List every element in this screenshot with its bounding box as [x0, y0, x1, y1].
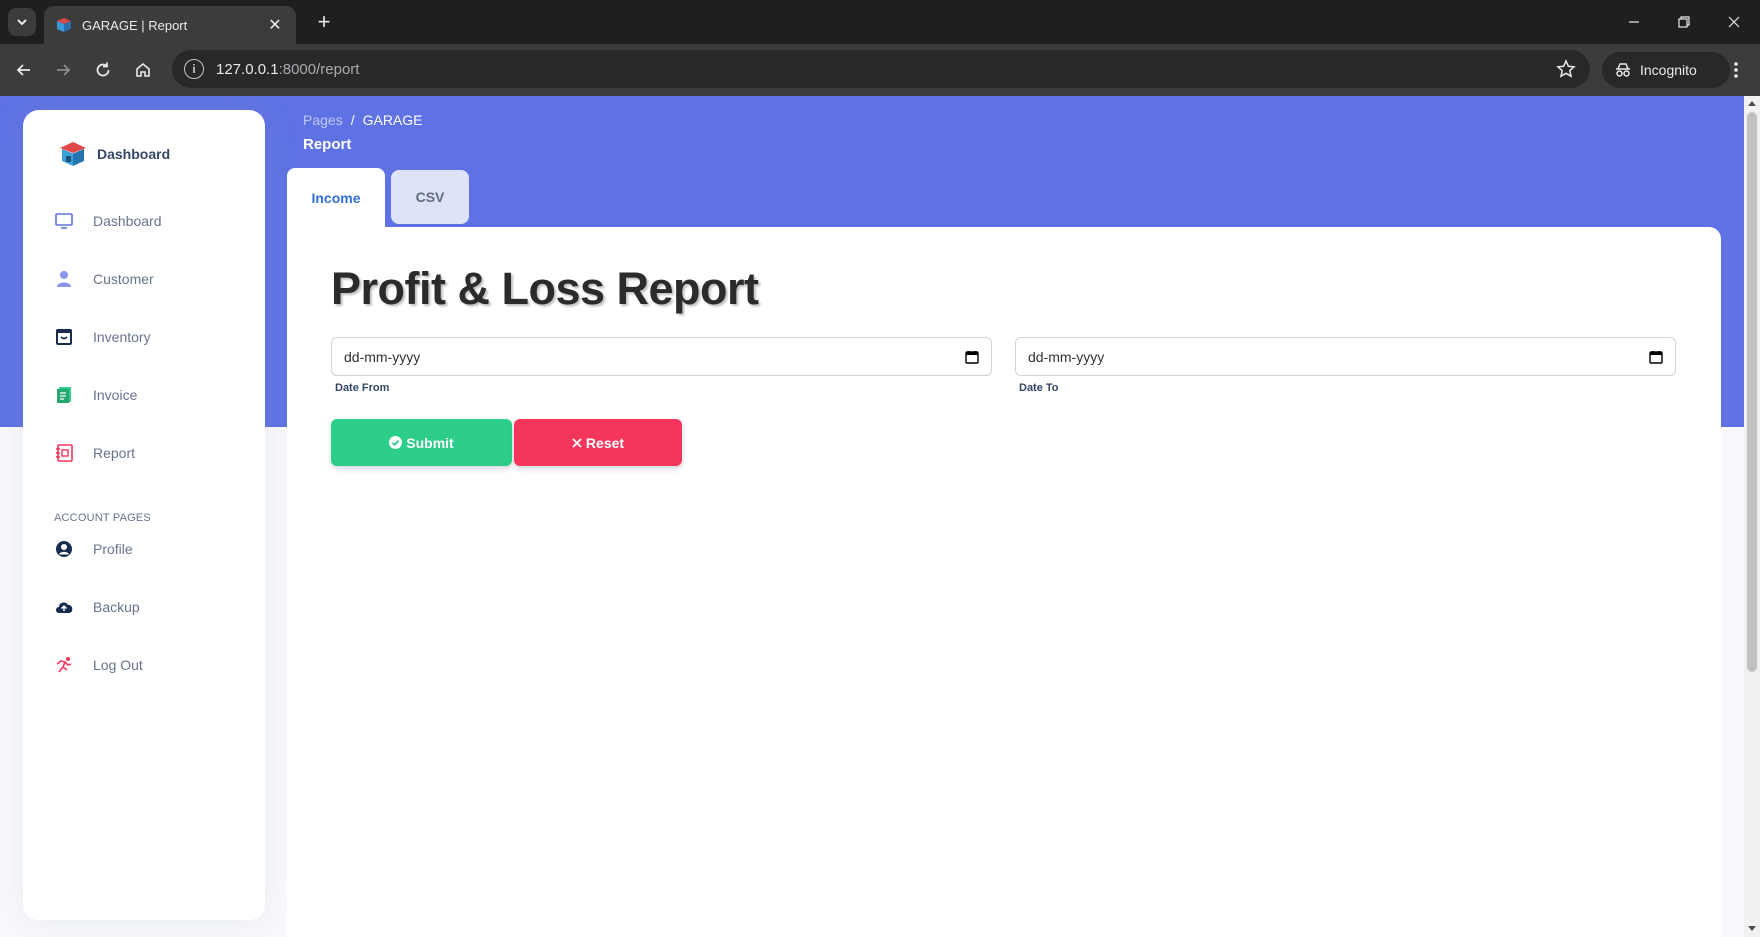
date-to-label: Date To: [1019, 382, 1059, 394]
tab-close-icon[interactable]: ✕: [266, 15, 284, 35]
kebab-menu-icon: [1734, 62, 1738, 78]
close-window-icon[interactable]: [1709, 0, 1759, 44]
url-text: 127.0.0.1:8000/report: [216, 61, 359, 78]
sidebar-item-backup[interactable]: Backup: [53, 589, 253, 625]
user-icon: [53, 268, 75, 290]
running-icon: [53, 654, 75, 676]
sidebar-item-logout[interactable]: Log Out: [53, 647, 253, 683]
page-viewport: Dashboard Dashboard Customer Inventory I…: [0, 96, 1760, 937]
sidebar: Dashboard Dashboard Customer Inventory I…: [23, 110, 265, 920]
calendar-icon[interactable]: [965, 350, 979, 364]
report-card: Profit & Loss Report dd-mm-yyyy Date Fro…: [287, 227, 1721, 937]
restore-icon[interactable]: [1659, 0, 1709, 44]
tab-income[interactable]: Income: [287, 168, 385, 228]
reset-label: Reset: [585, 434, 625, 451]
breadcrumb: Pages / GARAGE: [303, 112, 423, 128]
sidebar-item-profile[interactable]: Profile: [53, 531, 253, 567]
browser-menu-button[interactable]: [1724, 56, 1748, 84]
scroll-down-icon[interactable]: [1748, 926, 1756, 931]
home-button[interactable]: [129, 56, 157, 84]
forward-button[interactable]: [49, 56, 77, 84]
brand-text: Dashboard: [97, 146, 171, 162]
breadcrumb-pages-link[interactable]: Pages: [303, 112, 343, 128]
breadcrumb-separator: /: [350, 112, 355, 128]
page-scrollbar[interactable]: [1744, 96, 1760, 937]
garage-favicon-icon: [57, 18, 71, 32]
sidebar-item-report[interactable]: Report: [53, 435, 253, 471]
home-icon: [136, 62, 150, 77]
reset-button[interactable]: Reset: [514, 419, 682, 466]
sidebar-item-label: Report: [93, 445, 136, 461]
date-to-value: dd-mm-yyyy: [1028, 348, 1105, 365]
date-from-input[interactable]: dd-mm-yyyy: [331, 337, 992, 376]
tab-csv[interactable]: CSV: [391, 170, 469, 224]
scroll-up-icon[interactable]: [1748, 101, 1756, 106]
account-pages-heading: ACCOUNT PAGES: [54, 512, 151, 524]
user-circle-icon: [53, 538, 75, 560]
address-bar[interactable]: i 127.0.0.1:8000/report: [172, 50, 1590, 88]
site-info-icon[interactable]: i: [184, 59, 204, 79]
bookmark-star-icon[interactable]: [1556, 59, 1576, 79]
arrow-right-icon: [57, 64, 71, 76]
tab-search-button[interactable]: [8, 8, 36, 36]
garage-logo-icon: [60, 142, 86, 166]
calendar-icon[interactable]: [1649, 350, 1663, 364]
sidebar-item-label: Backup: [93, 599, 140, 615]
date-from-label: Date From: [335, 382, 390, 394]
date-from-value: dd-mm-yyyy: [344, 348, 421, 365]
cloud-upload-icon: [53, 596, 75, 618]
check-circle-icon: [389, 436, 403, 449]
sidebar-item-label: Dashboard: [93, 213, 162, 229]
browser-tab[interactable]: GARAGE | Report ✕: [44, 6, 296, 44]
archive-icon: [53, 326, 75, 348]
brand-link[interactable]: Dashboard: [59, 140, 170, 168]
breadcrumb-current: GARAGE: [362, 112, 423, 128]
browser-tabstrip: GARAGE | Report ✕ +: [0, 0, 1760, 44]
submit-label: Submit: [406, 434, 454, 451]
incognito-label: Incognito: [1640, 62, 1697, 78]
monitor-icon: [53, 210, 75, 232]
back-button[interactable]: [10, 56, 38, 84]
report-icon: [53, 442, 75, 464]
url-path: :8000/report: [278, 60, 360, 78]
browser-toolbar: i 127.0.0.1:8000/report Incognito: [0, 44, 1760, 96]
url-host: 127.0.0.1: [216, 60, 279, 78]
reload-icon: [96, 62, 110, 77]
new-tab-button[interactable]: +: [312, 10, 336, 34]
close-icon: [572, 437, 582, 448]
sidebar-item-customer[interactable]: Customer: [53, 261, 253, 297]
sidebar-item-label: Inventory: [93, 329, 151, 345]
sidebar-item-label: Profile: [93, 541, 133, 557]
page-title: Report: [303, 136, 352, 153]
document-icon: [53, 384, 75, 406]
report-heading: Profit & Loss Report: [331, 263, 759, 314]
arrow-left-icon: [16, 64, 30, 76]
sidebar-item-dashboard[interactable]: Dashboard: [53, 203, 253, 239]
incognito-indicator[interactable]: Incognito: [1602, 52, 1730, 88]
reload-button[interactable]: [89, 56, 117, 84]
incognito-icon: [1616, 63, 1630, 77]
date-to-input[interactable]: dd-mm-yyyy: [1015, 337, 1676, 376]
submit-button[interactable]: Submit: [331, 419, 512, 466]
sidebar-item-inventory[interactable]: Inventory: [53, 319, 253, 355]
sidebar-item-invoice[interactable]: Invoice: [53, 377, 253, 413]
sidebar-item-label: Log Out: [93, 657, 143, 673]
minimize-icon[interactable]: [1609, 0, 1659, 44]
sidebar-item-label: Customer: [93, 271, 154, 287]
chevron-down-icon: [17, 19, 27, 26]
tab-title: GARAGE | Report: [82, 17, 188, 33]
sidebar-item-label: Invoice: [93, 387, 138, 403]
scrollbar-thumb[interactable]: [1747, 112, 1757, 672]
